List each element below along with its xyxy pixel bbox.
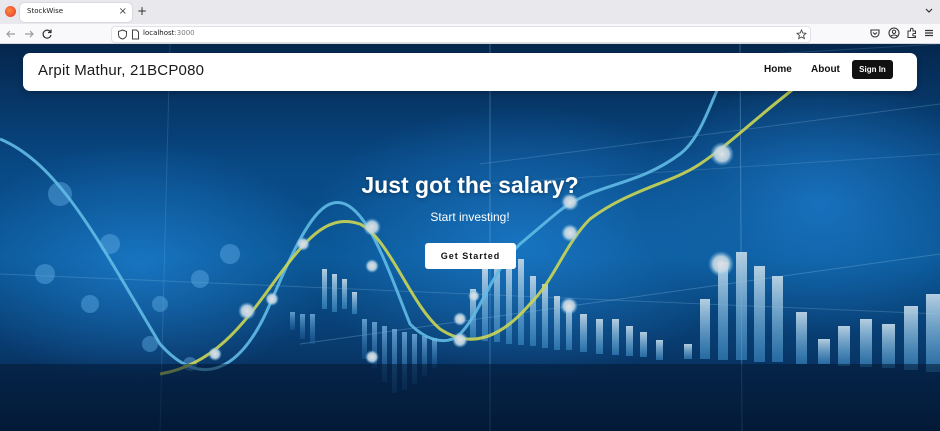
extensions-icon[interactable] [906, 27, 918, 39]
tab-list-icon[interactable] [924, 5, 934, 15]
menu-icon[interactable] [923, 27, 935, 39]
star-icon[interactable] [796, 29, 807, 40]
hero-subtitle: Start investing! [430, 210, 510, 224]
address-bar[interactable]: localhost:3000 [112, 27, 810, 42]
site-navbar: Arpit Mathur, 21BCP080 Home About Sign I… [23, 53, 917, 91]
browser-tab[interactable]: StockWise × [20, 3, 132, 22]
browser-app-icon [5, 6, 16, 17]
nav-link-about[interactable]: About [811, 64, 840, 75]
sign-in-button[interactable]: Sign In [852, 60, 893, 79]
back-icon[interactable] [4, 27, 18, 41]
page-icon[interactable] [130, 29, 141, 40]
page-viewport: Arpit Mathur, 21BCP080 Home About Sign I… [0, 44, 940, 431]
url-text: localhost:3000 [143, 29, 195, 37]
get-started-button[interactable]: Get Started [425, 243, 516, 269]
tab-close-icon[interactable]: × [119, 5, 127, 19]
pocket-icon[interactable] [869, 27, 881, 39]
forward-icon[interactable] [22, 27, 36, 41]
shield-icon[interactable] [117, 29, 128, 40]
nav-link-home[interactable]: Home [764, 64, 792, 75]
account-icon[interactable] [888, 27, 900, 39]
tab-title: StockWise [27, 7, 64, 15]
new-tab-icon[interactable]: + [137, 4, 147, 18]
reload-icon[interactable] [40, 27, 54, 41]
stock-chart-background-image [0, 44, 940, 431]
browser-tab-bar: StockWise × + [0, 0, 940, 24]
url-host: localhost [143, 29, 175, 37]
hero-title: Just got the salary? [361, 172, 579, 198]
url-port: :3000 [174, 29, 195, 37]
site-brand[interactable]: Arpit Mathur, 21BCP080 [38, 62, 204, 79]
browser-toolbar: localhost:3000 [0, 24, 940, 44]
